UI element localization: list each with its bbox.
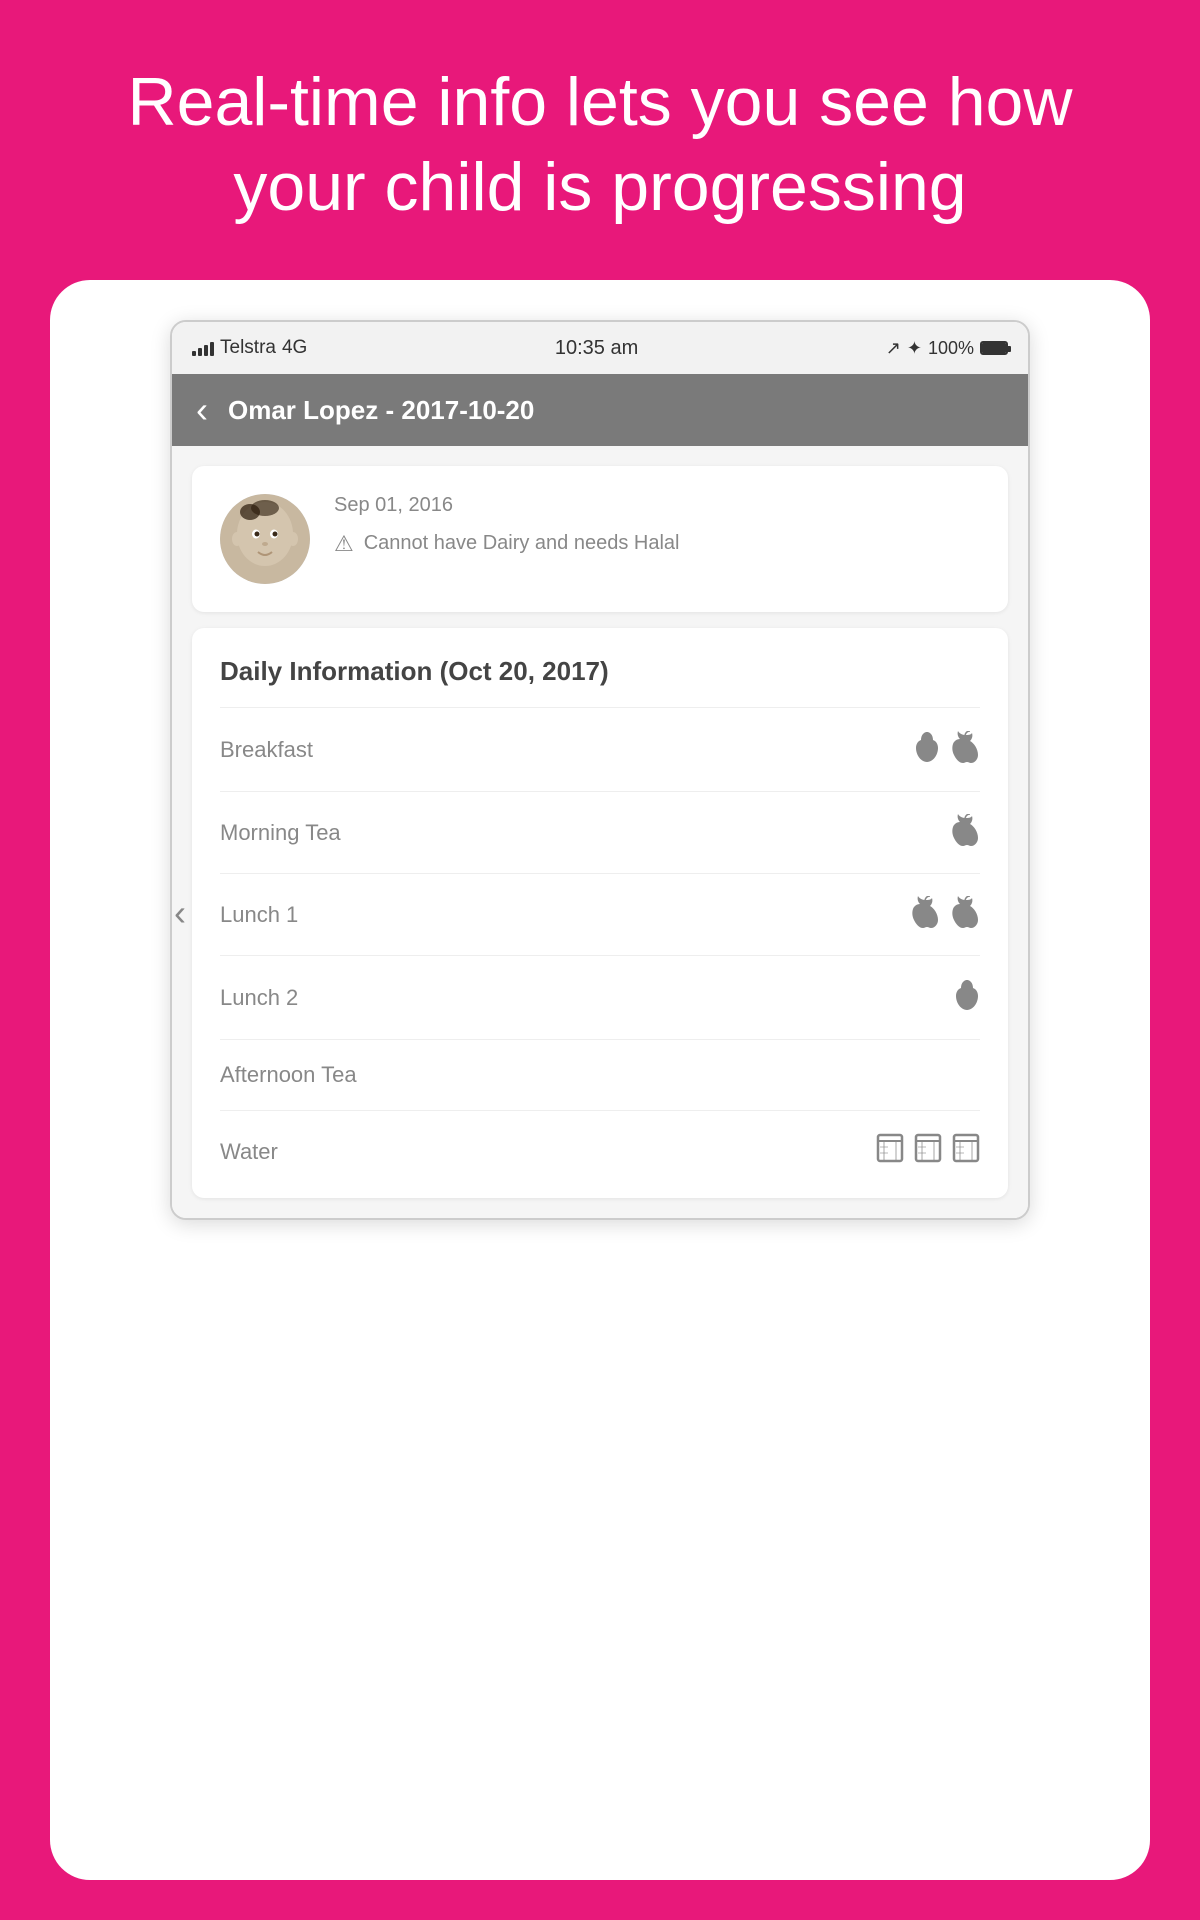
app-header: ‹ Omar Lopez - 2017-10-20 bbox=[172, 374, 1028, 446]
profile-note-text: Cannot have Dairy and needs Halal bbox=[364, 529, 680, 557]
meal-name-water: Water bbox=[220, 1139, 278, 1165]
cup-icon-1 bbox=[876, 1133, 904, 1170]
meal-row-afternoon-tea: Afternoon Tea bbox=[220, 1039, 980, 1110]
meal-row-breakfast: Breakfast bbox=[220, 707, 980, 791]
meal-name-afternoon-tea: Afternoon Tea bbox=[220, 1062, 357, 1088]
daily-title: Daily Information (Oct 20, 2017) bbox=[220, 656, 980, 687]
meal-icons-morning-tea bbox=[950, 814, 980, 851]
meal-icons-lunch1 bbox=[910, 896, 980, 933]
network-label: 4G bbox=[282, 337, 307, 359]
baby-avatar-svg bbox=[220, 494, 310, 584]
apple-icon-3 bbox=[910, 896, 940, 933]
profile-note-row: ⚠ Cannot have Dairy and needs Halal bbox=[334, 529, 980, 557]
meal-row-morning-tea: Morning Tea bbox=[220, 791, 980, 873]
location-icon: ↗ bbox=[886, 338, 901, 359]
meal-name-morning-tea: Morning Tea bbox=[220, 820, 341, 846]
pear-icon-2 bbox=[954, 978, 980, 1017]
page-title: Real-time info lets you see how your chi… bbox=[80, 60, 1120, 230]
phone-container: Telstra 4G 10:35 am ↗ ✦ 100% ‹ Omar Lope… bbox=[50, 280, 1150, 1880]
nav-title: Omar Lopez - 2017-10-20 bbox=[228, 395, 534, 426]
apple-icon-2 bbox=[950, 814, 980, 851]
profile-card: Sep 01, 2016 ⚠ Cannot have Dairy and nee… bbox=[192, 466, 1008, 612]
header-section: Real-time info lets you see how your chi… bbox=[0, 0, 1200, 280]
daily-card: Daily Information (Oct 20, 2017) Breakfa… bbox=[192, 628, 1008, 1198]
meal-name-lunch2: Lunch 2 bbox=[220, 985, 298, 1011]
cup-icon-3 bbox=[952, 1133, 980, 1170]
meal-row-lunch1: Lunch 1 bbox=[220, 873, 980, 955]
meal-icons-breakfast bbox=[914, 730, 980, 769]
pear-icon bbox=[914, 730, 940, 769]
meal-icons-water bbox=[876, 1133, 980, 1170]
profile-date: Sep 01, 2016 bbox=[334, 494, 980, 517]
apple-icon-4 bbox=[950, 896, 980, 933]
phone-frame: Telstra 4G 10:35 am ↗ ✦ 100% ‹ Omar Lope… bbox=[170, 320, 1030, 1220]
status-right: ↗ ✦ 100% bbox=[886, 338, 1008, 359]
status-time: 10:35 am bbox=[555, 337, 638, 360]
status-left: Telstra 4G bbox=[192, 337, 307, 359]
status-bar: Telstra 4G 10:35 am ↗ ✦ 100% bbox=[172, 322, 1028, 374]
battery-icon bbox=[980, 341, 1008, 355]
meal-row-lunch2: Lunch 2 bbox=[220, 955, 980, 1039]
signal-icon bbox=[192, 340, 214, 356]
carrier-label: Telstra bbox=[220, 337, 276, 359]
profile-info: Sep 01, 2016 ⚠ Cannot have Dairy and nee… bbox=[334, 494, 980, 557]
battery-percent: 100% bbox=[928, 338, 974, 359]
left-nav-arrow[interactable]: ‹ bbox=[174, 892, 186, 934]
apple-icon bbox=[950, 731, 980, 768]
daily-card-wrapper: ‹ Daily Information (Oct 20, 2017) Break… bbox=[192, 628, 1008, 1198]
meal-name-lunch1: Lunch 1 bbox=[220, 902, 298, 928]
meal-name-breakfast: Breakfast bbox=[220, 737, 313, 763]
alert-icon: ⚠ bbox=[334, 531, 354, 557]
meal-row-water: Water bbox=[220, 1110, 980, 1198]
content-area: Sep 01, 2016 ⚠ Cannot have Dairy and nee… bbox=[172, 446, 1028, 1218]
back-button[interactable]: ‹ bbox=[196, 392, 208, 428]
avatar bbox=[220, 494, 310, 584]
bluetooth-icon: ✦ bbox=[907, 338, 922, 359]
meal-icons-lunch2 bbox=[954, 978, 980, 1017]
cup-icon-2 bbox=[914, 1133, 942, 1170]
